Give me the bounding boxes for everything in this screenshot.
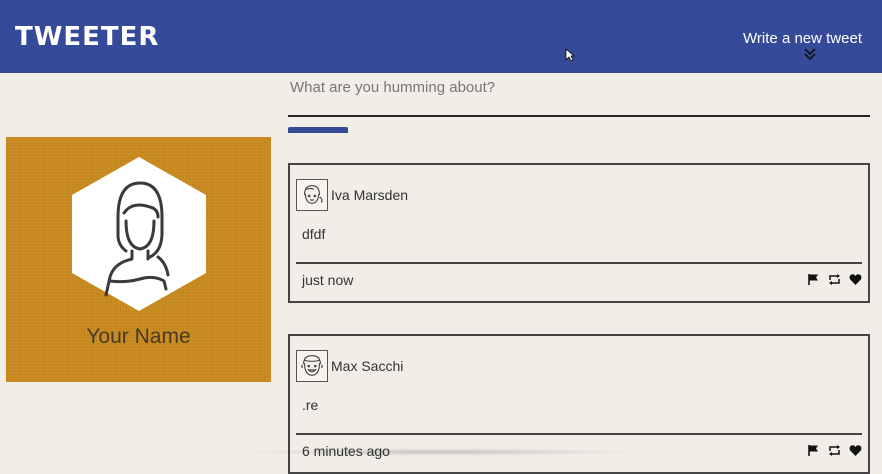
retweet-icon[interactable] xyxy=(828,273,841,286)
tweet-content: .re xyxy=(302,397,319,413)
tweet-actions xyxy=(807,444,862,457)
write-new-tweet-button[interactable]: Write a new tweet xyxy=(743,30,862,47)
heart-icon[interactable] xyxy=(849,273,862,286)
tweet-actions xyxy=(807,273,862,286)
profile-card: Your Name xyxy=(6,137,271,382)
heart-icon[interactable] xyxy=(849,444,862,457)
flag-icon[interactable] xyxy=(807,273,820,286)
user-avatar xyxy=(296,179,328,211)
top-nav: TWEETER Write a new tweet xyxy=(0,0,882,73)
tweet-divider xyxy=(296,262,862,264)
tweet-divider xyxy=(296,433,862,435)
brand-logo[interactable]: TWEETER xyxy=(15,22,159,52)
retweet-icon[interactable] xyxy=(828,444,841,457)
profile-name: Your Name xyxy=(86,325,191,348)
tweet-card: Iva Marsden dfdf just now xyxy=(288,163,870,303)
tweet-author: Max Sacchi xyxy=(331,358,404,374)
flag-icon[interactable] xyxy=(807,444,820,457)
tweet-content: dfdf xyxy=(302,226,326,242)
tweet-input[interactable] xyxy=(288,77,870,117)
tweet-composer xyxy=(288,73,870,133)
double-chevron-down-icon[interactable] xyxy=(804,47,816,61)
tweet-submit-button[interactable] xyxy=(288,127,348,133)
mouse-cursor-icon xyxy=(565,48,575,62)
tweet-author: Iva Marsden xyxy=(331,187,409,203)
scroll-shadow xyxy=(240,448,640,456)
user-avatar xyxy=(296,350,328,382)
tweet-timestamp: just now xyxy=(302,272,354,288)
profile-avatar xyxy=(72,157,206,311)
